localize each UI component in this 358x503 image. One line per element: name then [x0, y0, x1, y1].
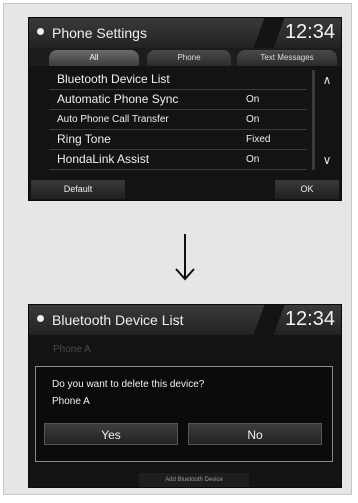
title-divider: [253, 305, 285, 335]
list-item-label: Automatic Phone Sync: [57, 92, 179, 106]
yes-button[interactable]: Yes: [44, 423, 178, 445]
title-divider: [253, 18, 285, 48]
list-item-automatic-phone-sync[interactable]: Automatic Phone Sync On: [49, 90, 307, 110]
bluetooth-device-list-screen: Bluetooth Device List 12:34 Phone A Do y…: [28, 304, 342, 488]
tab-all[interactable]: All: [49, 50, 139, 66]
clock: 12:34: [284, 21, 335, 43]
ok-button[interactable]: OK: [275, 180, 339, 199]
list-item-ring-tone[interactable]: Ring Tone Fixed: [49, 130, 307, 150]
add-bluetooth-device-button[interactable]: Add Bluetooth Device: [139, 473, 249, 487]
list-item-label: Ring Tone: [57, 132, 111, 146]
list-item-value: Fixed: [246, 134, 271, 145]
tab-bar: All Phone Text Messages: [29, 48, 341, 66]
list-item-phone-a: Phone A: [53, 344, 91, 355]
list-item-auto-phone-call-transfer[interactable]: Auto Phone Call Transfer On: [49, 110, 307, 130]
list-item-label: Auto Phone Call Transfer: [57, 114, 169, 125]
scrollbar[interactable]: [312, 70, 315, 170]
instruction-frame: Phone Settings 12:34 All Phone Text Mess…: [3, 3, 352, 495]
title-bar: Bluetooth Device List 12:34: [29, 305, 341, 335]
list-item-label: Bluetooth Device List: [57, 72, 170, 86]
list-item-value: On: [246, 154, 260, 165]
dialog-question: Do you want to delete this device?: [52, 379, 205, 390]
phone-settings-screen: Phone Settings 12:34 All Phone Text Mess…: [28, 17, 342, 201]
clock: 12:34: [284, 308, 335, 330]
tab-text-messages[interactable]: Text Messages: [237, 50, 337, 66]
list-item-hondalink-assist[interactable]: HondaLink Assist On: [49, 150, 307, 170]
screen-title: Phone Settings: [52, 25, 147, 41]
status-dot-icon: [37, 315, 44, 322]
title-bar: Phone Settings 12:34: [29, 18, 341, 48]
scroll-up-icon[interactable]: ∧: [319, 72, 335, 88]
list-item-value: On: [246, 114, 260, 125]
scroll-down-icon[interactable]: ∨: [319, 152, 335, 168]
delete-confirmation-dialog: Do you want to delete this device? Phone…: [35, 366, 333, 462]
dialog-device-name: Phone A: [52, 396, 90, 407]
list-item-value: On: [246, 94, 260, 105]
list-item-bluetooth-device-list[interactable]: Bluetooth Device List: [49, 70, 307, 90]
down-arrow-icon: [175, 234, 195, 281]
default-button[interactable]: Default: [31, 180, 125, 199]
list-item-label: HondaLink Assist: [57, 152, 150, 166]
no-button[interactable]: No: [188, 423, 322, 445]
tab-phone[interactable]: Phone: [147, 50, 231, 66]
status-dot-icon: [37, 28, 44, 35]
screen-title: Bluetooth Device List: [52, 312, 184, 328]
